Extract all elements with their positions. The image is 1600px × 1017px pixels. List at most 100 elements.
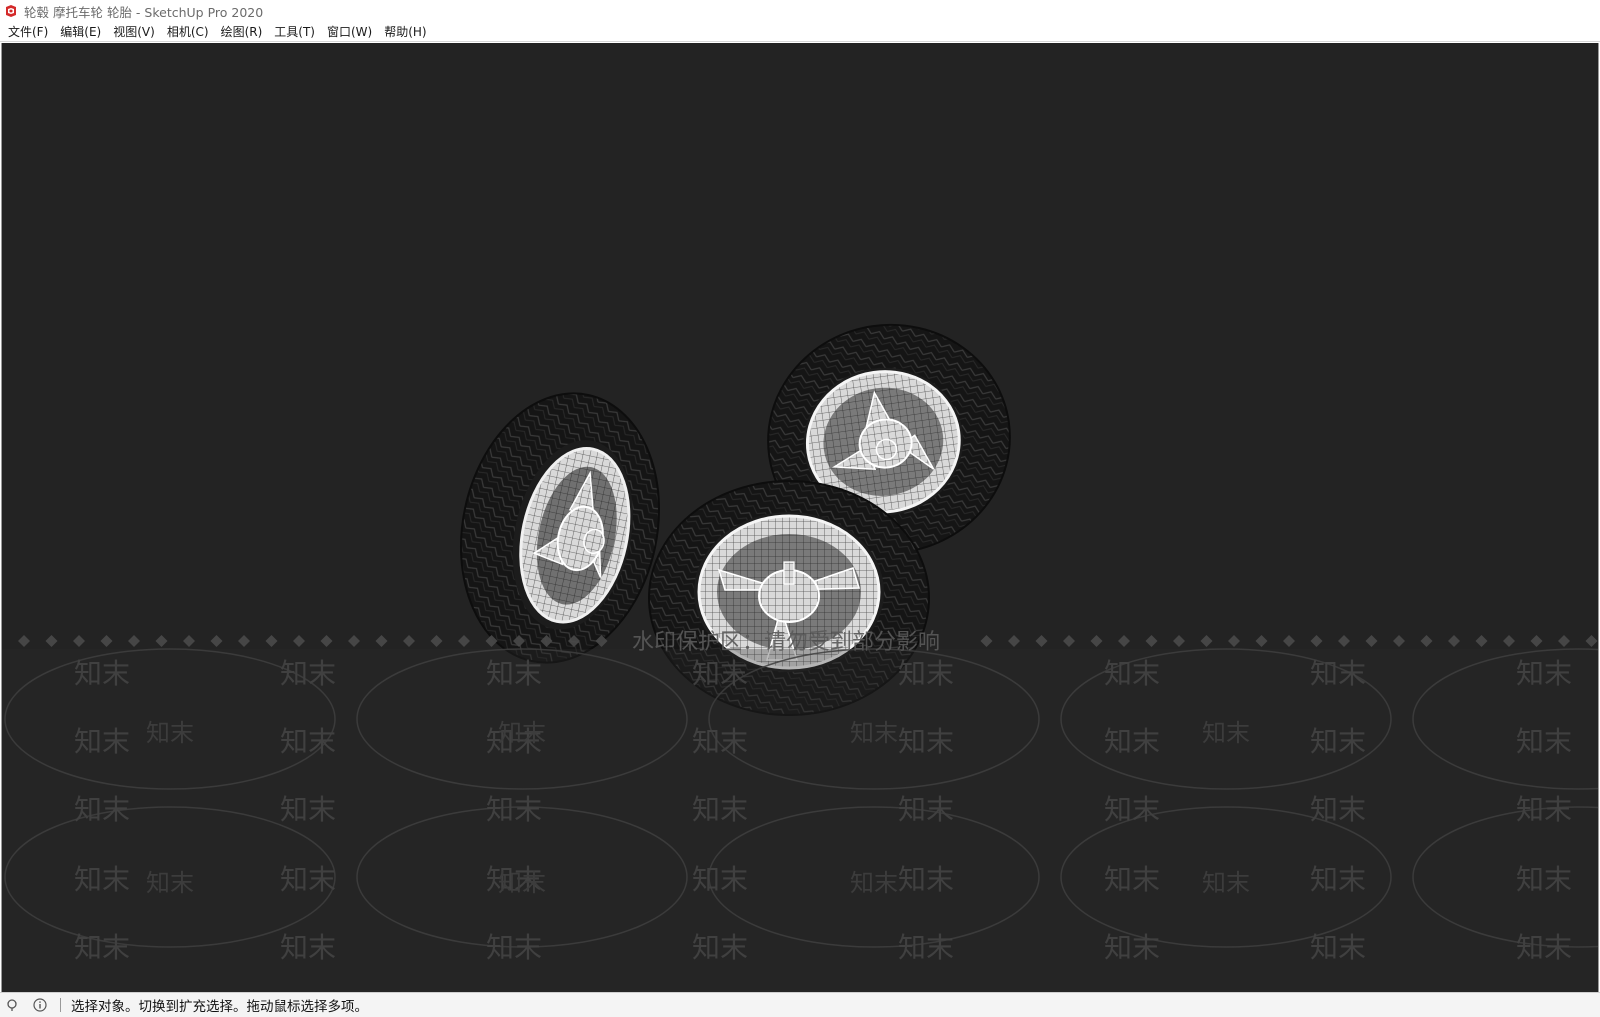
- watermark-tile-text: 知末: [498, 719, 546, 747]
- watermark-diamond: [210, 635, 223, 647]
- watermark-diamond: [375, 635, 388, 647]
- watermark-tile-text: 知末: [486, 793, 542, 826]
- watermark-diamond: [1448, 635, 1460, 647]
- watermark-diamond: [128, 635, 140, 647]
- watermark-tile-text: 知末: [1516, 657, 1572, 690]
- menu-help[interactable]: 帮助(H): [378, 23, 432, 40]
- watermark-tile-text: 知末: [74, 931, 130, 964]
- watermark-diamond: [320, 635, 333, 647]
- watermark-tile-text: 知末: [1516, 863, 1572, 896]
- watermark-diamond: [73, 635, 85, 647]
- status-bar: 选择对象。切换到扩充选择。拖动鼠标选择多项。: [0, 992, 1600, 1017]
- watermark-tile-text: 知末: [898, 793, 954, 826]
- watermark-diamond: [265, 635, 278, 647]
- watermark-tile-text: 知末: [486, 931, 542, 964]
- watermark-tile-text: 知末: [850, 869, 898, 897]
- watermark-overlay: 知末 知末 知末 知末 知末 知末 知末 知末知末 知末 知末 知末 知末 知末 知末 知末知末 知末 知末 知末…: [2, 630, 1598, 992]
- watermark-diamond: [1558, 635, 1570, 647]
- watermark-tile-text: 知末: [1310, 863, 1366, 896]
- watermark-tile-text: 知末: [74, 725, 130, 758]
- watermark-tile-text: 知末: [1202, 869, 1250, 897]
- watermark-tile-text: 知末: [850, 719, 898, 747]
- watermark-tile-text: 知末: [1310, 725, 1366, 758]
- viewport-canvas: 知末 知末 知末 知末 知末 知末 知末 知末知末 知末 知末 知末 知末 知末 知末 知末知末 知末 知末 知末…: [2, 323, 1598, 992]
- watermark-tile-text: 知末: [692, 793, 748, 826]
- watermark-diamond: [1173, 635, 1185, 647]
- geo-location-icon[interactable]: [4, 997, 20, 1013]
- watermark-diamond: [1063, 635, 1075, 647]
- watermark-tile-text: 知末: [486, 657, 542, 690]
- watermark-tile-text: 知末: [1104, 863, 1160, 896]
- watermark-tile-text: 知末: [74, 793, 130, 826]
- watermark-tile-text: 知末: [898, 863, 954, 896]
- window-title: 轮毂 摩托车轮 轮胎 - SketchUp Pro 2020: [24, 4, 264, 20]
- menu-view[interactable]: 视图(V): [107, 23, 161, 40]
- watermark-diamond: [1585, 635, 1598, 647]
- watermark-diamond: [18, 635, 30, 647]
- watermark-tile-text: 知末: [280, 793, 336, 826]
- watermark-tile-text: 知末: [898, 725, 954, 758]
- watermark-tile-text: 知末: [1202, 719, 1250, 747]
- watermark-diamond: [403, 635, 415, 647]
- watermark-diamond: [1200, 635, 1213, 647]
- watermark-diamond: [1475, 635, 1488, 647]
- sketchup-logo-icon: [4, 4, 18, 18]
- watermark-diamond: [348, 635, 360, 647]
- watermark-diamond: [1420, 635, 1433, 647]
- watermark-tile-text: 知末: [898, 931, 954, 964]
- menu-draw[interactable]: 绘图(R): [215, 23, 269, 40]
- watermark-diamond: [1393, 635, 1405, 647]
- menu-edit[interactable]: 编辑(E): [54, 23, 107, 40]
- watermark-diamond: [100, 635, 113, 647]
- menu-bar: 文件(F) 编辑(E) 视图(V) 相机(C) 绘图(R) 工具(T) 窗口(W…: [0, 22, 1600, 42]
- watermark-tile-text: 知末: [280, 725, 336, 758]
- watermark-diamond: [1035, 635, 1048, 647]
- menu-window[interactable]: 窗口(W): [321, 23, 378, 40]
- watermark-tile-text: 知末: [1104, 657, 1160, 690]
- watermark-diamond: [1283, 635, 1295, 647]
- watermark-tile-text: 知末: [280, 657, 336, 690]
- watermark-tile-text: 知末: [692, 725, 748, 758]
- watermark-diamond: [155, 635, 168, 647]
- watermark-tile-text: 知末: [898, 657, 954, 690]
- watermark-diamond: [980, 635, 993, 647]
- watermark-diamond: [1145, 635, 1158, 647]
- watermark-diamond: [1255, 635, 1268, 647]
- watermark-diamond: [1008, 635, 1020, 647]
- watermark-diamond: [430, 635, 443, 647]
- info-icon[interactable]: [32, 997, 48, 1013]
- watermark-diamond: [45, 635, 58, 647]
- model-viewport[interactable]: 知末 知末 知末 知末 知末 知末 知末 知末 知末 知末 知末 知末 知末 知末 知末 知末 知末 知末 知末 知末…: [1, 43, 1599, 992]
- watermark-tile-text: 知末: [280, 931, 336, 964]
- watermark-diamond: [1090, 635, 1103, 647]
- watermark-tile-text: 知末: [1310, 793, 1366, 826]
- watermark-tile-text: 知末: [146, 719, 194, 747]
- watermark-tile-text: 知末: [74, 863, 130, 896]
- watermark-tile-text: 知末: [498, 869, 546, 897]
- watermark-diamond: [1338, 635, 1350, 647]
- watermark-diamond: [293, 635, 305, 647]
- menu-tools[interactable]: 工具(T): [268, 23, 321, 40]
- menu-file[interactable]: 文件(F): [2, 23, 54, 40]
- watermark-tile-text: 知末: [1104, 725, 1160, 758]
- menu-camera[interactable]: 相机(C): [161, 23, 215, 40]
- watermark-tile-text: 知末: [1104, 931, 1160, 964]
- watermark-diamond: [183, 635, 195, 647]
- watermark-diamond: [1310, 635, 1323, 647]
- watermark-tile-text: 知末: [1516, 931, 1572, 964]
- watermark-tile-text: 知末: [692, 863, 748, 896]
- watermark-banner-text: 水印保护区：请勿受到部分影响: [632, 630, 940, 655]
- watermark-tile-text: 知末: [1104, 793, 1160, 826]
- watermark-tile-text: 知末: [1516, 793, 1572, 826]
- status-message: 选择对象。切换到扩充选择。拖动鼠标选择多项。: [71, 999, 368, 1015]
- watermark-diamond: [1118, 635, 1130, 647]
- watermark-tile-text: 知末: [146, 869, 194, 897]
- watermark-diamond: [1530, 635, 1543, 647]
- watermark-tile-text: 知末: [74, 657, 130, 690]
- watermark-tile-text: 知末: [280, 863, 336, 896]
- watermark-tile-text: 知末: [692, 657, 748, 690]
- watermark-diamond: [1365, 635, 1378, 647]
- watermark-diamond: [1503, 635, 1515, 647]
- watermark-diamond: [1228, 635, 1240, 647]
- watermark-tile-text: 知末: [692, 931, 748, 964]
